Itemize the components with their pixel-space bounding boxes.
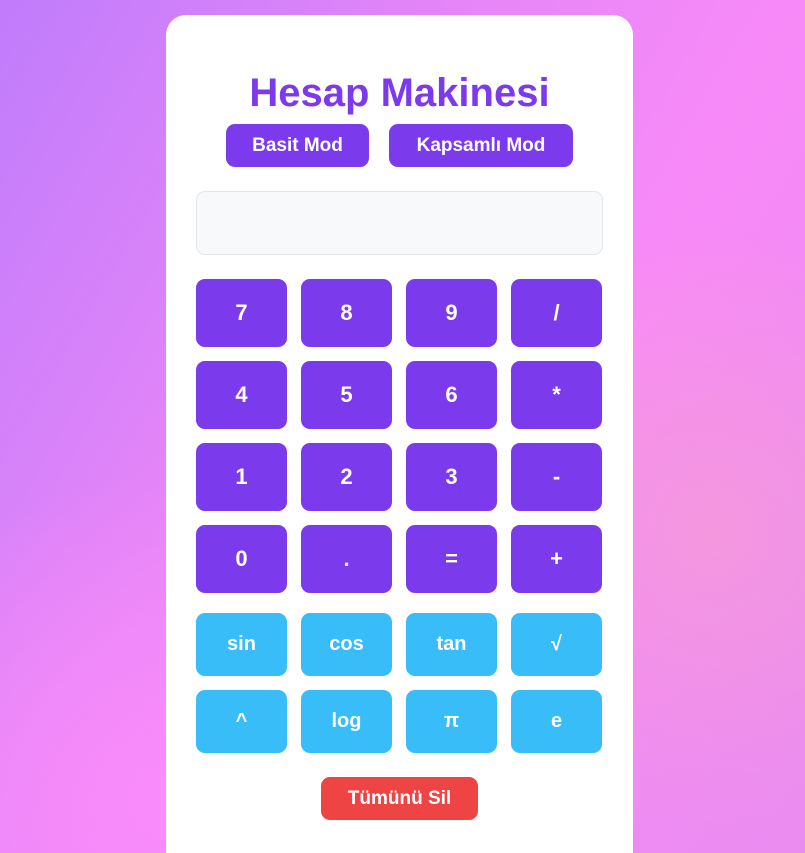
- calculator-display[interactable]: [196, 191, 603, 255]
- key-add[interactable]: +: [511, 525, 602, 593]
- key-7[interactable]: 7: [196, 279, 287, 347]
- key-divide[interactable]: /: [511, 279, 602, 347]
- key-8[interactable]: 8: [301, 279, 392, 347]
- key-9[interactable]: 9: [406, 279, 497, 347]
- key-4[interactable]: 4: [196, 361, 287, 429]
- key-sqrt[interactable]: √: [511, 613, 602, 676]
- basic-mode-button[interactable]: Basit Mod: [226, 124, 369, 167]
- key-subtract[interactable]: -: [511, 443, 602, 511]
- clear-all-button[interactable]: Tümünü Sil: [321, 777, 478, 820]
- clear-row: Tümünü Sil: [166, 777, 633, 820]
- basic-keypad: 7 8 9 / 4 5 6 * 1 2 3 - 0 . = +: [196, 279, 603, 593]
- key-tan[interactable]: tan: [406, 613, 497, 676]
- full-mode-button[interactable]: Kapsamlı Mod: [389, 124, 573, 167]
- key-3[interactable]: 3: [406, 443, 497, 511]
- key-cos[interactable]: cos: [301, 613, 392, 676]
- key-decimal[interactable]: .: [301, 525, 392, 593]
- key-e[interactable]: e: [511, 690, 602, 753]
- page-title: Hesap Makinesi: [249, 71, 550, 115]
- key-equals[interactable]: =: [406, 525, 497, 593]
- key-multiply[interactable]: *: [511, 361, 602, 429]
- key-sin[interactable]: sin: [196, 613, 287, 676]
- key-0[interactable]: 0: [196, 525, 287, 593]
- key-1[interactable]: 1: [196, 443, 287, 511]
- mode-switcher: Basit Mod Kapsamlı Mod: [166, 124, 633, 167]
- key-6[interactable]: 6: [406, 361, 497, 429]
- key-5[interactable]: 5: [301, 361, 392, 429]
- key-power[interactable]: ^: [196, 690, 287, 753]
- key-log[interactable]: log: [301, 690, 392, 753]
- calculator-card: Hesap Makinesi Basit Mod Kapsamlı Mod 7 …: [166, 15, 633, 853]
- scientific-keypad: sin cos tan √ ^ log π e: [196, 613, 603, 753]
- key-2[interactable]: 2: [301, 443, 392, 511]
- key-pi[interactable]: π: [406, 690, 497, 753]
